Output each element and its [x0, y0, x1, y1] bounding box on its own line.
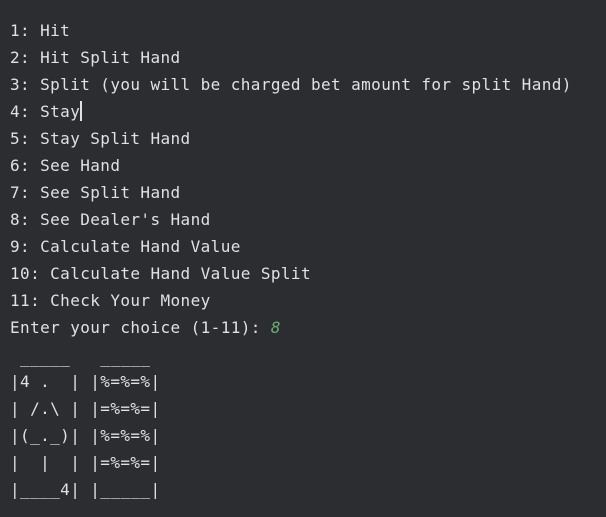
- card-art-line-4: |(_._)| |%=%=%|: [10, 426, 161, 445]
- card-art-line-6: |____4| |_____|: [10, 480, 161, 499]
- card-art-line-1: _____ _____: [10, 348, 151, 367]
- menu-option-check-your-money: 11: Check Your Money: [10, 291, 211, 310]
- card-art-line-5: | | | |=%=%=|: [10, 453, 161, 472]
- card-art-line-2: |4 . | |%=%=%|: [10, 372, 161, 391]
- choice-prompt: Enter your choice (1-11):: [10, 318, 271, 337]
- menu-option-see-hand: 6: See Hand: [10, 156, 121, 175]
- menu-option-calculate-hand-value-split: 10: Calculate Hand Value Split: [10, 264, 311, 283]
- menu-option-stay-row: 4: Stay: [10, 98, 83, 125]
- menu-option-hit-split-hand: 2: Hit Split Hand: [10, 48, 181, 67]
- menu-option-stay: 4: Stay: [10, 102, 81, 121]
- choice-input-value: 8: [270, 318, 281, 337]
- menu-option-stay-split-hand: 5: Stay Split Hand: [10, 129, 191, 148]
- card-art-line-3: | /.\ | |=%=%=|: [10, 399, 161, 418]
- menu-option-split: 3: Split (you will be charged bet amount…: [10, 75, 572, 94]
- menu-option-see-dealers-hand: 8: See Dealer's Hand: [10, 210, 211, 229]
- menu-option-see-split-hand: 7: See Split Hand: [10, 183, 181, 202]
- choice-prompt-row: Enter your choice (1-11): 8: [10, 314, 281, 341]
- menu-option-hit: 1: Hit: [10, 21, 71, 40]
- menu-option-calculate-hand-value: 9: Calculate Hand Value: [10, 237, 241, 256]
- text-cursor: [80, 101, 83, 121]
- console-output[interactable]: 1: Hit 2: Hit Split Hand 3: Split (you w…: [0, 0, 606, 517]
